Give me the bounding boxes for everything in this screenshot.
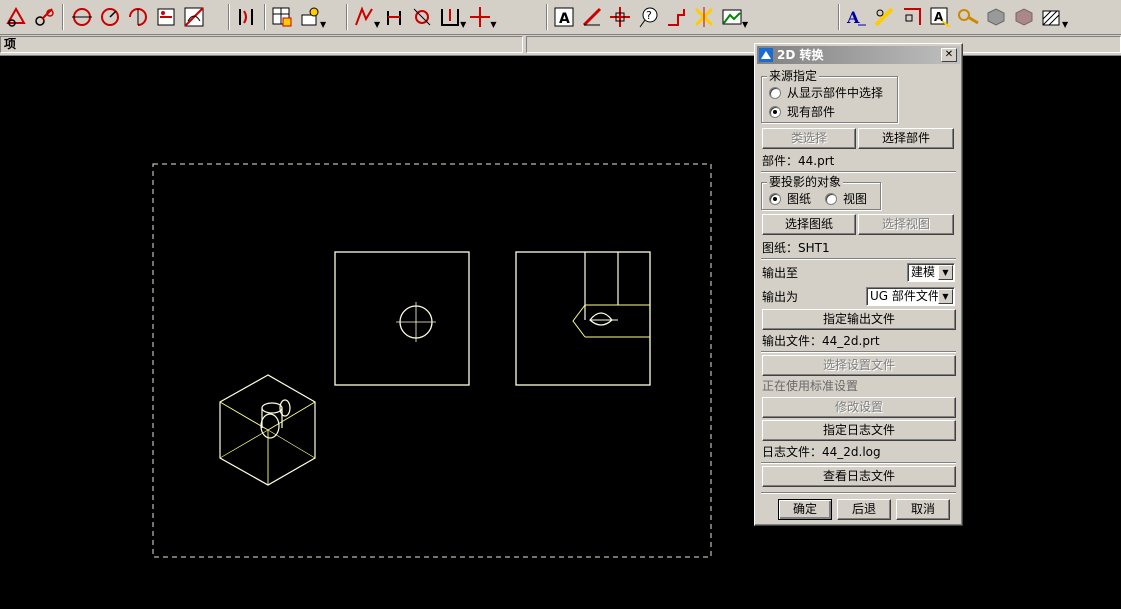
key-icon[interactable]: [954, 3, 982, 31]
chevron-down-icon[interactable]: ▼: [938, 289, 953, 304]
surface-finish-icon[interactable]: [662, 3, 690, 31]
text-icon[interactable]: A: [550, 3, 578, 31]
part-label: 部件：44.prt: [762, 154, 835, 168]
drawing-sheet-border: [152, 163, 712, 558]
main-toolbar: ▼ ▼ ▼ ▼ A ? ▼ A A ▼: [0, 0, 1121, 35]
ok-button[interactable]: 确定: [778, 499, 832, 520]
radio-existing-part-label: 现有部件: [787, 105, 836, 119]
close-icon[interactable]: ✕: [941, 48, 957, 62]
status-prompt: 项: [0, 36, 523, 53]
radio-view[interactable]: 视图: [825, 192, 867, 206]
select-part-button[interactable]: 选择部件: [858, 128, 954, 149]
chevron-down-icon[interactable]: ▼: [320, 20, 326, 29]
2d-conversion-dialog: 2D 转换 ✕ 来源指定 从显示部件中选择 现有部件 类选择 选择部件 部件：4…: [754, 43, 963, 526]
chevron-down-icon[interactable]: ▼: [1062, 20, 1068, 29]
radio-view-label: 视图: [843, 192, 868, 206]
log-file-label: 日志文件：44_2d.log: [762, 445, 881, 459]
toolbar-group-arcs: [68, 3, 208, 31]
arc-icon[interactable]: [124, 3, 152, 31]
text-style-icon[interactable]: A: [842, 3, 870, 31]
arc-endpoints-icon[interactable]: [96, 3, 124, 31]
select-settings-file-button[interactable]: 选择设置文件: [762, 355, 956, 376]
radio-existing-part-indicator[interactable]: [769, 106, 781, 118]
side-view[interactable]: [515, 251, 651, 386]
section-view-icon[interactable]: [152, 3, 180, 31]
symbol-icon[interactable]: [408, 3, 436, 31]
output-to-select[interactable]: 建模 ▼: [907, 263, 955, 282]
output-as-select[interactable]: UG 部件文件 ▼: [866, 287, 955, 306]
annotation-icon[interactable]: A: [926, 3, 954, 31]
leader-icon[interactable]: [380, 3, 408, 31]
select-view-button[interactable]: 选择视图: [858, 214, 954, 235]
output-file-label: 输出文件：44_2d.prt: [762, 334, 880, 348]
app-icon: [759, 48, 773, 62]
cube-gray-icon[interactable]: [1010, 3, 1038, 31]
using-standard-settings-label: 正在使用标准设置: [762, 379, 859, 393]
cancel-button[interactable]: 取消: [896, 499, 950, 520]
back-button[interactable]: 后退: [837, 499, 891, 520]
chevron-down-icon[interactable]: ▼: [490, 20, 496, 29]
output-to-label: 输出至: [762, 266, 799, 280]
class-select-button[interactable]: 类选择: [762, 128, 856, 149]
output-as-value: UG 部件文件: [870, 289, 940, 303]
edit-text-icon[interactable]: [870, 3, 898, 31]
specify-log-file-button[interactable]: 指定日志文件: [762, 420, 956, 441]
centerline-icon[interactable]: [606, 3, 634, 31]
toolbar-group-create: [2, 3, 58, 31]
arc-center-icon[interactable]: [68, 3, 96, 31]
modify-settings-button[interactable]: 修改设置: [762, 397, 956, 418]
svg-text:?: ?: [646, 9, 652, 22]
select-drawing-button[interactable]: 选择图纸: [762, 214, 856, 235]
source-group-label: 来源指定: [767, 69, 820, 83]
specify-output-file-button[interactable]: 指定输出文件: [762, 309, 956, 330]
break-view-icon[interactable]: [232, 3, 260, 31]
dialog-title: 2D 转换: [777, 48, 824, 62]
toolbar-group-table: ▼: [268, 3, 326, 31]
drawing-label: 图纸：SHT1: [762, 241, 830, 255]
table-icon[interactable]: [268, 3, 296, 31]
pencil-icon[interactable]: [578, 3, 606, 31]
chevron-down-icon[interactable]: ▼: [938, 265, 953, 280]
id-symbol-icon[interactable]: ?: [634, 3, 662, 31]
isometric-view[interactable]: [219, 374, 316, 486]
radio-from-display-indicator[interactable]: [769, 87, 781, 99]
radio-existing-part[interactable]: 现有部件: [769, 105, 835, 119]
svg-text:A: A: [559, 11, 570, 27]
detail-view-icon[interactable]: [180, 3, 208, 31]
radio-from-display-label: 从显示部件中选择: [787, 86, 884, 100]
output-to-value: 建模: [911, 265, 936, 279]
point-icon[interactable]: [2, 3, 30, 31]
chevron-down-icon[interactable]: ▼: [742, 20, 748, 29]
radio-drawing[interactable]: 图纸: [769, 192, 811, 206]
weld-icon[interactable]: [690, 3, 718, 31]
project-group-label: 要投影的对象: [767, 175, 844, 189]
view-log-file-button[interactable]: 查看日志文件: [762, 466, 956, 487]
radio-drawing-indicator[interactable]: [769, 193, 781, 205]
toolbar-group-break: [232, 3, 260, 31]
radio-view-indicator[interactable]: [825, 193, 837, 205]
svg-text:A: A: [846, 8, 860, 27]
output-as-label: 输出为: [762, 290, 799, 304]
radio-from-display[interactable]: 从显示部件中选择: [769, 86, 883, 100]
toolbar-group-edit: A A ▼: [842, 3, 1068, 31]
front-view[interactable]: [334, 251, 470, 386]
origin-icon[interactable]: [898, 3, 926, 31]
toolbar-group-annotation: ▼ ▼ ▼: [350, 3, 496, 31]
cube-icon[interactable]: [982, 3, 1010, 31]
radio-drawing-label: 图纸: [787, 192, 812, 206]
dialog-title-bar[interactable]: 2D 转换 ✕: [757, 46, 960, 64]
circle-point-icon[interactable]: [30, 3, 58, 31]
toolbar-group-text: A ? ▼: [550, 3, 748, 31]
